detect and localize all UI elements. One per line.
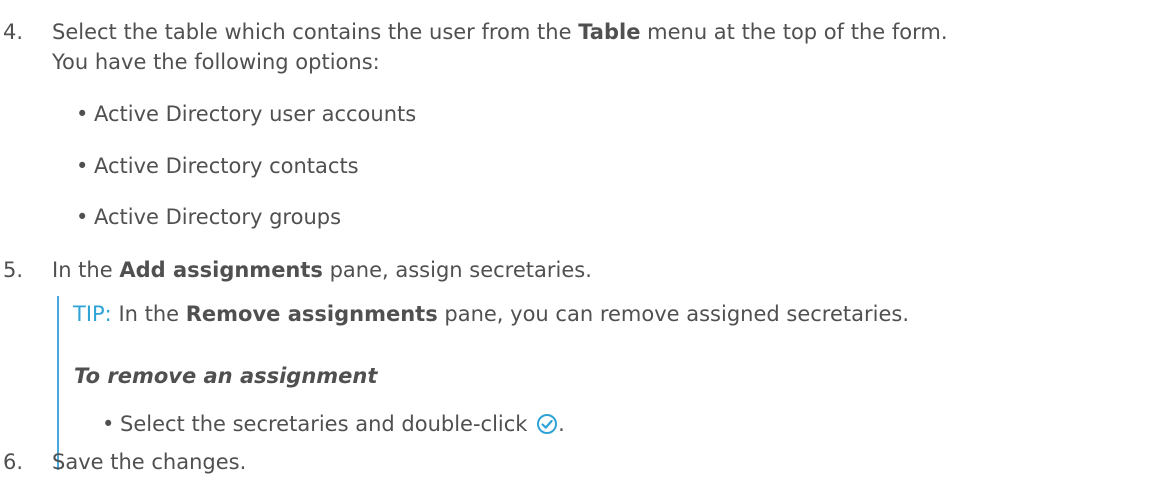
tip-bullet: Select the secretaries and double-click …: [102, 408, 565, 441]
step-6-text: Save the changes.: [52, 450, 247, 474]
step-number: 5.: [3, 258, 24, 282]
step-4-text-line2: You have the following options:: [52, 50, 380, 74]
ui-term-table: Table: [578, 20, 641, 44]
ui-term-add-assignments: Add assignments: [119, 258, 323, 282]
tip-bar: [57, 296, 59, 470]
tip-label: TIP:: [73, 302, 112, 326]
step-number: 6.: [3, 450, 24, 474]
tip-heading: To remove an assignment: [74, 364, 378, 388]
option-item: Active Directory groups: [76, 201, 341, 234]
option-item: Active Directory user accounts: [76, 98, 416, 131]
tip-text: TIP: In the Remove assignments pane, you…: [73, 302, 909, 326]
document-page: 4. Select the table which contains the u…: [0, 0, 1172, 474]
step-number: 4.: [3, 20, 24, 44]
ui-term-remove-assignments: Remove assignments: [185, 302, 438, 326]
step-4-text: Select the table which contains the user…: [52, 20, 948, 44]
option-item: Active Directory contacts: [76, 150, 359, 183]
step-5-text: In the Add assignments pane, assign secr…: [52, 258, 592, 282]
check-circle-icon: [537, 414, 558, 434]
